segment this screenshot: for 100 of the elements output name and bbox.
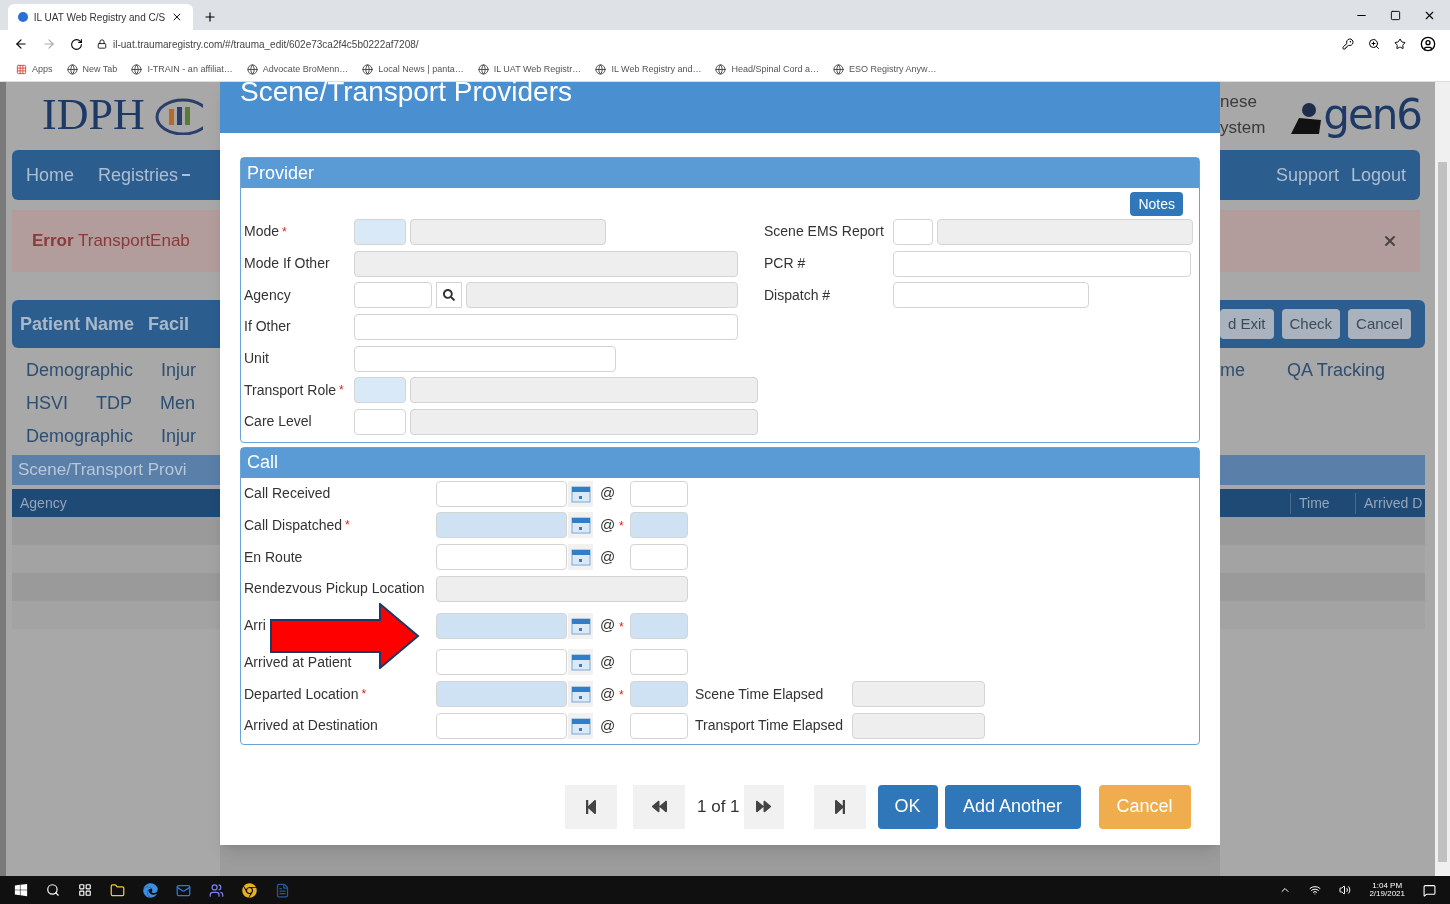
task-view-icon[interactable]: [78, 883, 92, 897]
document-icon[interactable]: [275, 882, 290, 898]
nav-link[interactable]: Logout: [1350, 161, 1406, 189]
scrollbar[interactable]: [1435, 82, 1450, 876]
section-tab[interactable]: HSVI: [26, 390, 68, 417]
input-field[interactable]: [354, 345, 616, 372]
globe-icon: [131, 64, 143, 75]
bookmark[interactable]: IL UAT Web Registr…: [477, 62, 582, 77]
input-field[interactable]: [852, 712, 985, 739]
input-field[interactable]: [436, 681, 567, 708]
last-page-button[interactable]: [813, 784, 866, 829]
section-tab[interactable]: TDP: [96, 390, 132, 417]
address-bar[interactable]: il-uat.traumaregistry.com/#/trauma_edit/602e73ca2f4c5b0222af7208/: [97, 36, 1328, 52]
input-field[interactable]: [436, 649, 567, 676]
input-field[interactable]: [630, 712, 688, 739]
bookmark[interactable]: Apps: [16, 62, 53, 77]
search-icon[interactable]: [46, 883, 60, 897]
bookmark[interactable]: Local News | panta…: [362, 62, 464, 77]
section-tab[interactable]: Demographic: [26, 357, 134, 384]
close-icon[interactable]: [171, 11, 183, 23]
zoom-icon[interactable]: [1368, 38, 1380, 50]
input-field[interactable]: [436, 480, 567, 507]
calendar-icon[interactable]: [568, 712, 593, 739]
browser-icon[interactable]: [242, 882, 257, 898]
input-field[interactable]: [852, 681, 985, 708]
reload-icon[interactable]: [70, 37, 83, 51]
calendar-icon[interactable]: [568, 681, 593, 708]
input-field[interactable]: [354, 218, 406, 245]
bookmark[interactable]: Head/Spinal Cord a…: [715, 62, 819, 77]
calendar-icon[interactable]: [568, 612, 593, 639]
input-field[interactable]: [630, 681, 688, 708]
next-page-button[interactable]: [743, 784, 784, 829]
first-page-button[interactable]: [565, 784, 617, 829]
profile-icon[interactable]: [1420, 36, 1436, 52]
input-field[interactable]: [436, 612, 567, 639]
input-field[interactable]: [354, 282, 432, 309]
input-field[interactable]: [630, 512, 688, 539]
input-field[interactable]: [630, 612, 688, 639]
back-icon[interactable]: [14, 37, 28, 51]
people-icon[interactable]: [209, 882, 224, 898]
bookmark[interactable]: IL Web Registry and…: [595, 62, 702, 77]
input-field[interactable]: [436, 712, 567, 739]
calendar-icon[interactable]: [568, 649, 593, 676]
calendar-icon[interactable]: [568, 544, 593, 571]
key-icon[interactable]: [1342, 38, 1354, 50]
folder-icon[interactable]: [110, 882, 125, 898]
required-mark: *: [619, 519, 624, 534]
nav-link[interactable]: Support: [1275, 161, 1339, 189]
field-label: En Route: [244, 547, 303, 567]
start-icon[interactable]: [14, 883, 28, 897]
input-field[interactable]: [893, 250, 1191, 277]
section-tab[interactable]: Demographic: [26, 423, 134, 450]
header-button[interactable]: d Exit: [1220, 309, 1274, 339]
network-icon[interactable]: [1309, 884, 1322, 896]
close-icon[interactable]: [1423, 9, 1436, 22]
field-label: Arrived at Patient: [244, 652, 352, 672]
header-button[interactable]: Check: [1281, 309, 1341, 339]
input-field[interactable]: [354, 313, 738, 340]
input-field[interactable]: [630, 649, 688, 676]
input-field[interactable]: [630, 544, 688, 571]
field-label: Arrived at Destination: [244, 716, 378, 736]
dialog-button[interactable]: Add Another: [944, 784, 1081, 829]
previous-page-button[interactable]: [633, 784, 685, 829]
bookmark-star-icon[interactable]: [1394, 38, 1406, 50]
mail-icon[interactable]: [176, 882, 191, 898]
section-tab[interactable]: Injur: [161, 423, 197, 450]
new-tab-icon[interactable]: [203, 10, 217, 24]
volume-icon[interactable]: [1339, 884, 1352, 896]
calendar-icon[interactable]: [568, 512, 593, 539]
bookmark[interactable]: New Tab: [66, 62, 118, 77]
calendar-icon[interactable]: [568, 480, 593, 507]
bookmark[interactable]: I-TRAIN - an affiliat…: [131, 62, 233, 77]
input-field[interactable]: [630, 480, 688, 507]
input-field[interactable]: [354, 377, 406, 404]
tab-title: IL UAT Web Registry and C/S: [33, 10, 166, 25]
browser-icon[interactable]: [143, 882, 158, 898]
browser-tab[interactable]: IL UAT Web Registry and C/S: [8, 4, 193, 30]
input-field[interactable]: [436, 544, 567, 571]
bookmark[interactable]: ESO Registry Anyw…: [833, 62, 937, 77]
dialog-button[interactable]: OK: [877, 784, 938, 829]
notes-button[interactable]: Notes: [1130, 192, 1183, 216]
input-field[interactable]: [893, 282, 1089, 309]
forward-icon[interactable]: [42, 37, 56, 51]
apps-icon: [16, 64, 27, 75]
section-tab[interactable]: QA Tracking: [1287, 357, 1386, 384]
header-button[interactable]: Cancel: [1348, 309, 1411, 339]
search-button[interactable]: [436, 282, 462, 309]
input-field[interactable]: [436, 512, 567, 539]
notification-icon[interactable]: [1423, 883, 1436, 897]
maximize-icon[interactable]: [1390, 10, 1401, 21]
input-field[interactable]: [893, 218, 933, 245]
nav-link[interactable]: Registries: [98, 161, 191, 189]
nav-link[interactable]: Home: [26, 161, 74, 189]
section-tab[interactable]: Injur: [161, 357, 197, 384]
globe-icon: [362, 64, 374, 75]
section-tab[interactable]: Men: [160, 390, 196, 417]
input-field[interactable]: [354, 408, 406, 435]
clock[interactable]: 1:04 PM 2/19/2021: [1369, 882, 1405, 898]
bookmark[interactable]: Advocate BroMenn…: [246, 62, 349, 77]
section-tab[interactable]: me: [1220, 357, 1245, 384]
